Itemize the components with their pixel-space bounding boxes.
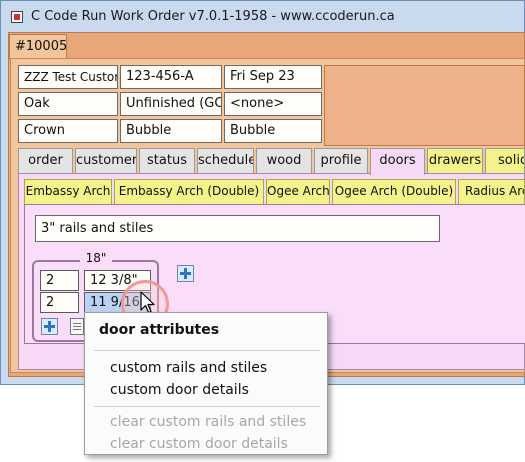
door-width-label: 18" (80, 250, 112, 266)
tab-drawers[interactable]: drawers (427, 148, 483, 173)
tab-status[interactable]: status (139, 148, 195, 173)
menu-divider (94, 406, 320, 407)
tab-doors[interactable]: doors (370, 148, 425, 175)
tab-embassy-arch[interactable]: Embassy Arch (24, 179, 112, 204)
date-field[interactable]: Fri Sep 23 (224, 65, 322, 89)
app-icon (11, 11, 23, 23)
work-order-number: #10005 (15, 39, 68, 54)
title-bar[interactable]: C Code Run Work Order v7.0.1-1958 - www.… (1, 1, 525, 33)
tab-wood[interactable]: wood (256, 148, 312, 173)
style-field-1[interactable]: Bubble (120, 119, 222, 143)
context-menu-heading: door attributes (99, 322, 220, 338)
tab-work-order[interactable]: #10005 (9, 34, 67, 59)
quantity-field[interactable]: 2 (40, 270, 79, 291)
plus-icon (44, 321, 55, 332)
wood-field[interactable]: Oak (18, 92, 118, 116)
tab-order[interactable]: order (18, 148, 73, 173)
menu-item-clear-door-details: clear custom door details (110, 436, 288, 452)
tab-ogee-arch-double[interactable]: Ogee Arch (Double) (332, 179, 456, 204)
menu-item-clear-rails-stiles: clear custom rails and stiles (110, 414, 307, 430)
tab-radius-arch[interactable]: Radius Arch (458, 179, 525, 204)
add-width-button[interactable] (177, 265, 194, 282)
tab-ogee-arch[interactable]: Ogee Arch (266, 179, 330, 204)
moulding-field[interactable]: Crown (18, 119, 118, 143)
finish-field[interactable]: Unfinished (GC) (120, 92, 222, 116)
tab-embassy-arch-double[interactable]: Embassy Arch (Double) (114, 179, 264, 204)
style-field-2[interactable]: Bubble (224, 119, 322, 143)
tab-schedule[interactable]: schedule (197, 148, 254, 173)
tab-profile[interactable]: profile (314, 148, 368, 173)
quantity-field[interactable]: 2 (40, 292, 79, 313)
tab-solid[interactable]: solid (485, 148, 525, 173)
window-title: C Code Run Work Order v7.0.1-1958 - www.… (31, 9, 395, 24)
phone-field[interactable]: 123-456-A (120, 65, 222, 89)
menu-divider (94, 350, 320, 351)
notes-area (324, 65, 525, 146)
customer-field[interactable]: ZZZ Test Customer (18, 65, 118, 89)
option-field[interactable]: <none> (224, 92, 322, 116)
context-menu: door attributes custom rails and stiles … (84, 312, 328, 455)
menu-item-custom-rails-stiles[interactable]: custom rails and stiles (110, 360, 267, 376)
add-row-button[interactable] (41, 318, 58, 335)
notes-icon[interactable] (70, 318, 84, 335)
plus-icon (180, 268, 191, 279)
door-description-field[interactable]: 3" rails and stiles (35, 215, 440, 242)
tab-customer[interactable]: customer (75, 148, 137, 173)
menu-item-custom-door-details[interactable]: custom door details (110, 382, 249, 398)
